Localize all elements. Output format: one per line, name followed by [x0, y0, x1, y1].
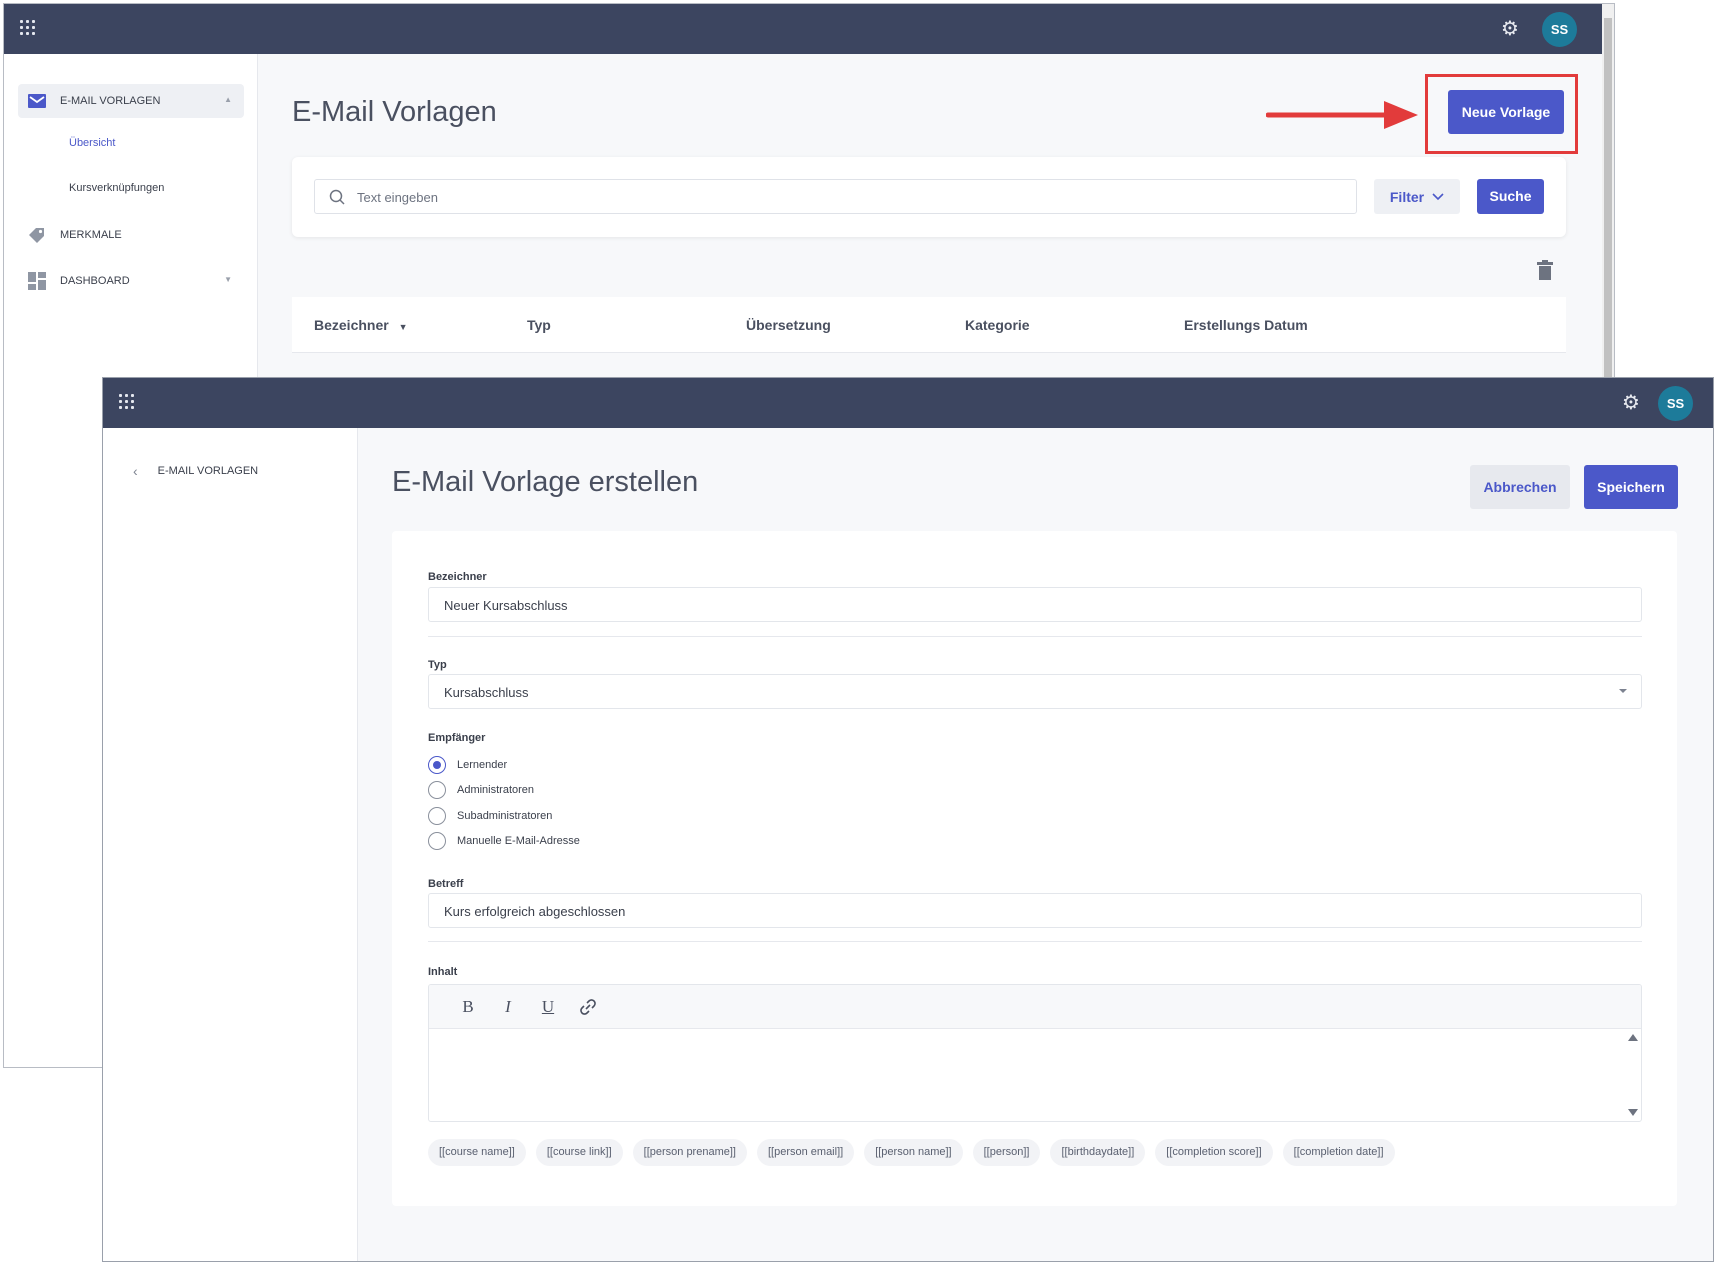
- name-value: Neuer Kursabschluss: [444, 598, 568, 613]
- save-button[interactable]: Speichern: [1584, 465, 1678, 509]
- type-label: Typ: [428, 659, 447, 671]
- radio-label: Administratoren: [457, 784, 535, 796]
- radio-label: Subadministratoren: [457, 810, 553, 822]
- placeholder-tag[interactable]: [[course link]]: [535, 1139, 623, 1166]
- sidebar-item-label: MERKMALE: [60, 229, 122, 241]
- create-email-template-window: ⚙ SS ‹ E-MAIL VORLAGEN E-Mail Vorlage er…: [102, 377, 1714, 1262]
- back-to-email-templates-link[interactable]: ‹ E-MAIL VORLAGEN: [133, 463, 258, 479]
- content-editor[interactable]: B I U: [428, 984, 1642, 1122]
- placeholder-tag[interactable]: [[person name]]: [864, 1139, 963, 1166]
- user-avatar[interactable]: SS: [1658, 386, 1693, 421]
- trash-icon[interactable]: [1537, 260, 1553, 280]
- sidebar: ‹ E-MAIL VORLAGEN: [103, 428, 358, 1261]
- caret-up-icon: ▲: [224, 95, 232, 104]
- column-header-name[interactable]: Bezeichner ▼: [314, 317, 408, 333]
- subject-label: Betreff: [428, 878, 464, 890]
- name-label: Bezeichner: [428, 571, 487, 583]
- recipient-option-learner[interactable]: Lernender: [428, 756, 507, 774]
- recipient-option-administrators[interactable]: Administratoren: [428, 781, 534, 799]
- dashboard-icon: [28, 272, 46, 290]
- divider: [428, 941, 1642, 942]
- link-icon[interactable]: [577, 996, 599, 1018]
- radio-unchecked-icon[interactable]: [428, 832, 446, 850]
- search-button[interactable]: Suche: [1477, 179, 1544, 214]
- filter-label: Filter: [1389, 188, 1425, 205]
- sort-caret-icon: ▼: [398, 322, 408, 332]
- placeholder-tag[interactable]: [[course name]]: [428, 1139, 526, 1166]
- placeholder-tag[interactable]: [[person]]: [972, 1139, 1041, 1166]
- app-launcher-icon[interactable]: [20, 20, 38, 38]
- sidebar-subitem-overview[interactable]: Übersicht: [69, 137, 115, 149]
- annotation-arrow-icon: [1266, 101, 1418, 129]
- dropdown-caret-icon: [1619, 689, 1627, 693]
- divider: [428, 636, 1642, 637]
- editor-scrollbar[interactable]: [1627, 1029, 1641, 1121]
- editor-toolbar: B I U: [429, 985, 1641, 1029]
- radio-checked-icon[interactable]: [428, 756, 446, 774]
- top-bar: ⚙ SS: [4, 4, 1614, 54]
- radio-unchecked-icon[interactable]: [428, 781, 446, 799]
- column-header-translation[interactable]: Übersetzung: [746, 317, 831, 333]
- placeholder-tag[interactable]: [[person email]]: [756, 1139, 855, 1166]
- sidebar-item-label: E-MAIL VORLAGEN: [60, 95, 161, 107]
- subject-value: Kurs erfolgreich abgeschlossen: [444, 904, 626, 919]
- placeholder-tag[interactable]: [[completion date]]: [1282, 1139, 1395, 1166]
- content-label: Inhalt: [428, 966, 458, 978]
- search-icon: [329, 189, 345, 205]
- envelope-icon: [28, 94, 46, 108]
- placeholder-tag[interactable]: [[birthdaydate]]: [1050, 1139, 1146, 1166]
- app-launcher-icon[interactable]: [119, 394, 137, 412]
- recipient-option-manual-email[interactable]: Manuelle E-Mail-Adresse: [428, 832, 580, 850]
- top-bar: ⚙ SS: [103, 378, 1713, 428]
- placeholder-tag-list: [[course name]] [[course link]] [[person…: [428, 1139, 1395, 1166]
- page-title: E-Mail Vorlage erstellen: [392, 466, 699, 498]
- bold-icon[interactable]: B: [457, 996, 479, 1018]
- scroll-up-arrow-icon[interactable]: [1628, 1034, 1638, 1041]
- page-title: E-Mail Vorlagen: [292, 96, 497, 128]
- column-header-category[interactable]: Kategorie: [965, 317, 1030, 333]
- chevron-left-icon: ‹: [133, 463, 138, 479]
- column-header-type[interactable]: Typ: [527, 317, 551, 333]
- sidebar-subitem-course-links[interactable]: Kursverknüpfungen: [69, 182, 164, 194]
- column-label: Bezeichner: [314, 317, 389, 333]
- filter-button[interactable]: Filter: [1374, 179, 1460, 214]
- annotation-highlight-box: [1425, 74, 1578, 154]
- type-value: Kursabschluss: [444, 685, 529, 700]
- placeholder-tag[interactable]: [[person prename]]: [632, 1139, 747, 1166]
- chevron-down-icon: [1432, 192, 1444, 200]
- radio-label: Lernender: [457, 759, 508, 771]
- scrollbar-thumb[interactable]: [1604, 18, 1612, 388]
- search-placeholder: Text eingeben: [357, 190, 438, 205]
- sidebar-item-label: DASHBOARD: [60, 275, 130, 287]
- italic-icon[interactable]: I: [497, 996, 519, 1018]
- tag-icon: [29, 228, 44, 243]
- user-avatar[interactable]: SS: [1542, 12, 1577, 47]
- underline-icon[interactable]: U: [537, 996, 559, 1018]
- search-input[interactable]: Text eingeben: [314, 179, 1357, 214]
- search-panel: Text eingeben Filter Suche: [292, 157, 1566, 237]
- scroll-down-arrow-icon[interactable]: [1628, 1109, 1638, 1116]
- caret-down-icon: ▼: [224, 275, 232, 284]
- column-header-created-date[interactable]: Erstellungs Datum: [1184, 317, 1308, 333]
- placeholder-tag[interactable]: [[completion score]]: [1155, 1139, 1273, 1166]
- table-header: Bezeichner ▼ Typ Übersetzung Kategorie E…: [292, 297, 1566, 353]
- sidebar-item-email-templates[interactable]: E-MAIL VORLAGEN ▲: [18, 84, 244, 118]
- radio-unchecked-icon[interactable]: [428, 807, 446, 825]
- type-select[interactable]: Kursabschluss: [428, 674, 1642, 709]
- cancel-button[interactable]: Abbrechen: [1470, 465, 1570, 509]
- recipient-option-subadministrators[interactable]: Subadministratoren: [428, 807, 552, 825]
- back-link-label: E-MAIL VORLAGEN: [157, 465, 259, 477]
- radio-label: Manuelle E-Mail-Adresse: [457, 835, 580, 847]
- editor-body[interactable]: [429, 1029, 1627, 1121]
- settings-gear-icon[interactable]: ⚙: [1622, 393, 1642, 413]
- recipient-label: Empfänger: [428, 732, 486, 744]
- settings-gear-icon[interactable]: ⚙: [1501, 19, 1521, 39]
- sidebar-item-dashboard[interactable]: DASHBOARD ▼: [18, 264, 244, 298]
- subject-input[interactable]: Kurs erfolgreich abgeschlossen: [428, 893, 1642, 928]
- sidebar-item-features[interactable]: MERKMALE: [18, 218, 244, 252]
- template-form: Bezeichner Neuer Kursabschluss Typ Kursa…: [392, 531, 1677, 1206]
- name-input[interactable]: Neuer Kursabschluss: [428, 587, 1642, 622]
